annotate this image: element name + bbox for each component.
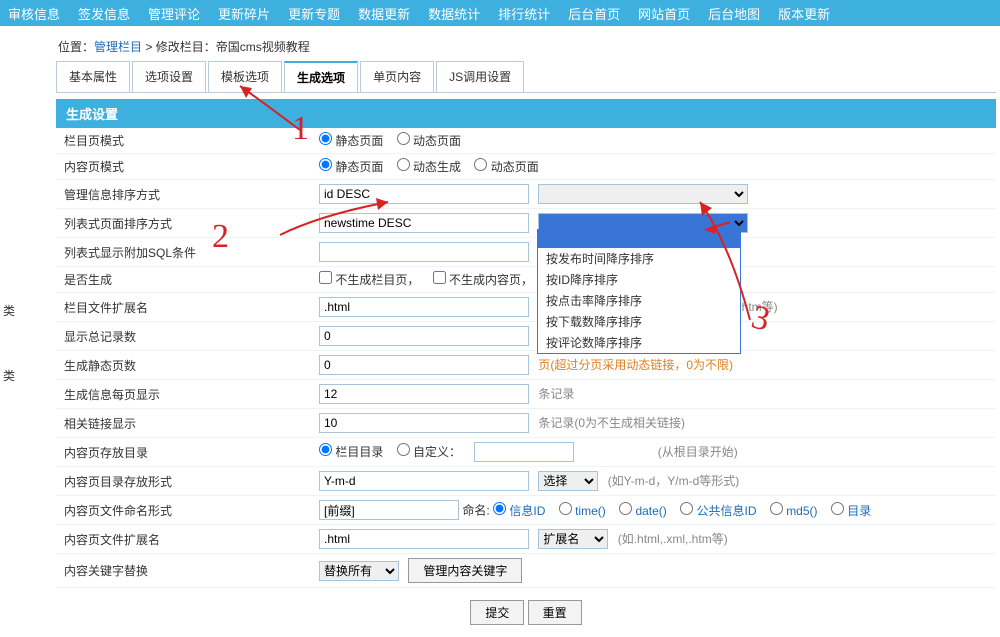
hint: (如.html,.xml,.htm等) [618,532,728,546]
tab-js[interactable]: JS调用设置 [436,61,524,92]
radio-naming[interactable] [493,502,506,515]
tab-single[interactable]: 单页内容 [360,61,434,92]
dropdown-option[interactable]: 按评论数降序排序 [538,332,740,353]
radio-dynamic[interactable] [397,132,410,145]
hint: 页(超过分页采用动态链接，0为不限) [538,358,733,372]
keywords-select[interactable]: 替换所有 [319,561,399,581]
form-actions: 提交 重置 [56,588,996,637]
row-label: 列表式显示附加SQL条件 [56,238,311,267]
dir-form-select[interactable]: 选择 [538,471,598,491]
row-label: 生成静态页数 [56,351,311,380]
dropdown-option[interactable]: 按ID降序排序 [538,269,740,290]
tab-template[interactable]: 模板选项 [208,61,282,92]
row-label: 显示总记录数 [56,322,311,351]
row-label: 相关链接显示 [56,409,311,438]
radio-dyn-gen[interactable] [397,158,410,171]
hint: (从根目录开始) [658,445,738,459]
nav-item[interactable]: 更新碎片 [218,4,270,23]
row-label: 内容页存放目录 [56,438,311,467]
dropdown-option[interactable]: 按下载数降序排序 [538,311,740,332]
row-label: 内容关键字替换 [56,554,311,588]
radio-naming[interactable] [770,502,783,515]
left-sidebar: 类 类 [0,26,42,390]
list-sql-input[interactable] [319,242,529,262]
sidebar-item[interactable]: 类 [0,296,42,325]
breadcrumb: 位置：管理栏目 > 修改栏目：帝国cms视频教程 [56,32,996,61]
tab-basic[interactable]: 基本属性 [56,61,130,92]
custom-dir-input[interactable] [474,442,574,462]
top-nav: 审核信息 签发信息 管理评论 更新碎片 更新专题 数据更新 数据统计 排行统计 … [0,0,1000,26]
hint: 条记录 [538,387,574,401]
hint: 条记录(0为不生成相关链接) [538,416,685,430]
radio-dyn-page[interactable] [474,158,487,171]
nav-item[interactable]: 后台首页 [568,4,620,23]
total-input[interactable] [319,326,529,346]
admin-sort-input[interactable] [319,184,529,204]
tab-options[interactable]: 选项设置 [132,61,206,92]
col-ext-input[interactable] [319,297,529,317]
main-panel: 位置：管理栏目 > 修改栏目：帝国cms视频教程 基本属性 选项设置 模板选项 … [56,32,996,637]
nav-item[interactable]: 排行统计 [498,4,550,23]
file-name-input[interactable] [319,500,459,520]
nav-item[interactable]: 数据统计 [428,4,480,23]
row-label: 栏目文件扩展名 [56,293,311,322]
related-input[interactable] [319,413,529,433]
list-sort-input[interactable] [319,213,529,233]
radio-naming[interactable] [831,502,844,515]
row-label: 内容页文件扩展名 [56,525,311,554]
tab-generate[interactable]: 生成选项 [284,61,358,92]
breadcrumb-current: 修改栏目：帝国cms视频教程 [156,40,310,54]
radio-coldir[interactable] [319,443,332,456]
manage-keywords-button[interactable]: 管理内容关键字 [408,558,522,583]
chk-no-content[interactable] [433,271,446,284]
tab-bar: 基本属性 选项设置 模板选项 生成选项 单页内容 JS调用设置 [56,61,996,93]
reset-button[interactable]: 重置 [528,600,582,625]
dropdown-selected-blank[interactable] [538,230,740,248]
admin-sort-select[interactable] [538,184,748,204]
nav-item[interactable]: 签发信息 [78,4,130,23]
radio-naming[interactable] [680,502,693,515]
row-label: 内容页模式 [56,154,311,180]
perpage-input[interactable] [319,384,529,404]
radio-naming[interactable] [619,502,632,515]
row-label: 内容页目录存放形式 [56,467,311,496]
file-ext-select[interactable]: 扩展名 [538,529,608,549]
chk-no-list[interactable] [319,271,332,284]
nav-item[interactable]: 数据更新 [358,4,410,23]
settings-table: 栏目页模式 静态页面 动态页面 内容页模式 静态页面 动态生成 动态页面 管理信… [56,128,996,588]
row-label: 是否生成 [56,267,311,293]
radio-static[interactable] [319,158,332,171]
dir-form-input[interactable] [319,471,529,491]
nav-item[interactable]: 更新专题 [288,4,340,23]
static-pages-input[interactable] [319,355,529,375]
nav-item[interactable]: 版本更新 [778,4,830,23]
radio-naming[interactable] [559,502,572,515]
nav-item[interactable]: 后台地图 [708,4,760,23]
row-label: 管理信息排序方式 [56,180,311,209]
row-label: 列表式页面排序方式 [56,209,311,238]
nav-item[interactable]: 管理评论 [148,4,200,23]
dropdown-option[interactable]: 按发布时间降序排序 [538,248,740,269]
section-header: 生成设置 [56,99,996,128]
row-label: 生成信息每页显示 [56,380,311,409]
row-label: 内容页文件命名形式 [56,496,311,525]
radio-custom[interactable] [397,443,410,456]
radio-static[interactable] [319,132,332,145]
sort-dropdown: 按发布时间降序排序 按ID降序排序 按点击率降序排序 按下载数降序排序 按评论数… [537,229,741,354]
breadcrumb-link[interactable]: 管理栏目 [94,40,142,54]
submit-button[interactable]: 提交 [470,600,524,625]
nav-item[interactable]: 审核信息 [8,4,60,23]
dropdown-option[interactable]: 按点击率降序排序 [538,290,740,311]
sidebar-item[interactable]: 类 [0,361,42,390]
nav-item[interactable]: 网站首页 [638,4,690,23]
hint: (如Y-m-d，Y/m-d等形式) [608,474,740,488]
file-ext-input[interactable] [319,529,529,549]
row-label: 栏目页模式 [56,128,311,154]
